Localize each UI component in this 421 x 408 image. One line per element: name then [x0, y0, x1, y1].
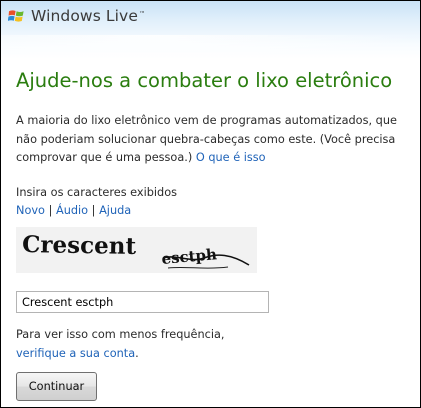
header-bar: Windows Live ™: [1, 1, 420, 65]
windows-flag-icon: [8, 9, 24, 22]
captcha-instruction: Insira os caracteres exibidos: [16, 186, 178, 199]
windows-live-logo[interactable]: Windows Live ™: [8, 7, 145, 25]
page-title: Ajude-nos a combater o lixo eletrônico: [16, 69, 393, 92]
help-link[interactable]: Ajuda: [99, 204, 131, 217]
separator: |: [48, 204, 53, 217]
separator: |: [91, 204, 96, 217]
brand-name: Windows Live: [31, 7, 138, 25]
continue-button[interactable]: Continuar: [16, 372, 97, 401]
note-period: .: [135, 347, 139, 360]
captcha-answer-input[interactable]: [16, 291, 269, 313]
captcha-graphic: Crescent esctph: [16, 227, 257, 273]
window-frame: Windows Live ™ Ajude-nos a combater o lix…: [0, 0, 421, 408]
new-captcha-link[interactable]: Novo: [16, 204, 45, 217]
verify-note-text: Para ver isso com menos frequência,: [16, 328, 225, 341]
audio-captcha-link[interactable]: Áudio: [56, 204, 88, 217]
captcha-image: Crescent esctph: [16, 227, 257, 273]
verify-note: Para ver isso com menos frequência, veri…: [16, 325, 225, 363]
captcha-word-1: Crescent: [22, 231, 137, 260]
verify-account-link[interactable]: verifique a sua conta: [16, 347, 135, 360]
captcha-links: Novo | Áudio | Ajuda: [16, 204, 131, 217]
description-paragraph: A maioria do lixo eletrônico vem de prog…: [16, 112, 414, 168]
what-is-this-link[interactable]: O que é isso: [196, 151, 266, 164]
trademark-symbol: ™: [138, 10, 146, 18]
